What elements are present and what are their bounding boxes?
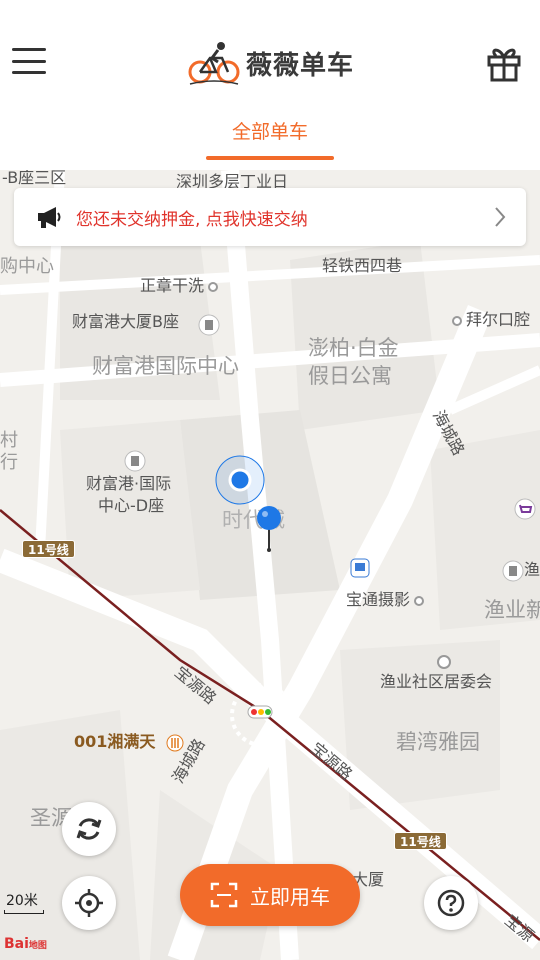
- map-label: -B座三区: [2, 170, 67, 187]
- map-area-label: 假日公寓: [308, 364, 392, 388]
- map-poi-label: 渔业社区居委会: [380, 672, 493, 691]
- map-attribution: Bai地图: [4, 936, 47, 952]
- locate-crosshair-icon: [75, 889, 103, 917]
- poi-dot-icon: [437, 655, 451, 669]
- current-location-icon: [215, 455, 265, 505]
- tab-active-indicator: [206, 156, 334, 160]
- building-icon: [198, 314, 220, 336]
- map-poi-label: 渔: [524, 560, 540, 579]
- map-poi-label: 正章干洗: [140, 278, 219, 294]
- shopping-cart-icon: [514, 498, 536, 520]
- tab-all-bikes-label: 全部单车: [231, 121, 308, 143]
- building-icon: [124, 450, 146, 472]
- building-icon: [502, 560, 524, 582]
- help-button[interactable]: [424, 876, 478, 930]
- map-pin-icon: [257, 506, 281, 552]
- scan-frame-icon: [210, 882, 238, 908]
- metro-line-badge: 11号线: [394, 832, 447, 850]
- use-bike-now-label: 立即用车: [250, 884, 330, 909]
- map-poi-label: 财富港大厦B座: [72, 312, 179, 331]
- map-label: 村: [0, 430, 18, 451]
- app-logo: 薇薇单车: [188, 38, 354, 88]
- help-question-icon: [437, 889, 465, 917]
- map-poi-label: 中心-D座: [98, 496, 165, 515]
- map-poi-label: 拜尔口腔: [452, 312, 530, 328]
- megaphone-icon: [38, 207, 61, 228]
- app-header: 薇薇单车: [0, 0, 540, 120]
- map-scale-bar: [4, 910, 44, 914]
- map-area-label: 渔业新: [484, 598, 540, 622]
- bus-stop-icon: [350, 558, 370, 578]
- map-poi-label: 宝通摄影: [346, 592, 425, 608]
- map-view[interactable]: -B座三区 深圳多层丁业日 购中心 轻铁西四巷 正章干洗 财富港大厦B座 拜尔口…: [0, 170, 540, 960]
- tab-bar: 全部单车: [0, 110, 540, 170]
- app-name: 薇薇单车: [246, 50, 355, 81]
- cyclist-logo-icon: [188, 42, 240, 85]
- chevron-right-icon: [495, 207, 506, 227]
- locate-button[interactable]: [62, 876, 116, 930]
- map-label: 轻铁西四巷: [322, 256, 403, 275]
- use-bike-now-button[interactable]: 立即用车: [180, 864, 360, 926]
- map-poi-label: 财富港·国际: [86, 474, 172, 493]
- refresh-button[interactable]: [62, 802, 116, 856]
- deposit-notice-text: 您还未交纳押金, 点我快速交纳: [76, 209, 308, 230]
- map-area-label: 财富港国际中心: [92, 354, 239, 378]
- hamburger-menu-icon[interactable]: [12, 44, 48, 78]
- refresh-icon: [76, 818, 102, 840]
- tab-all-bikes[interactable]: 全部单车: [206, 110, 334, 160]
- restaurant-icon: [166, 734, 184, 752]
- gift-icon[interactable]: [486, 44, 522, 82]
- map-label: 购中心: [0, 256, 54, 277]
- map-area-label: 澎柏·白金: [308, 336, 399, 360]
- map-poi-label: 001湘满天: [74, 732, 156, 751]
- map-scale-label: 20米: [6, 893, 38, 909]
- metro-line-badge: 11号线: [22, 540, 75, 558]
- map-label: 行: [0, 452, 18, 473]
- map-area-label: 碧湾雅园: [396, 730, 480, 754]
- deposit-notice-banner[interactable]: 您还未交纳押金, 点我快速交纳: [14, 188, 526, 246]
